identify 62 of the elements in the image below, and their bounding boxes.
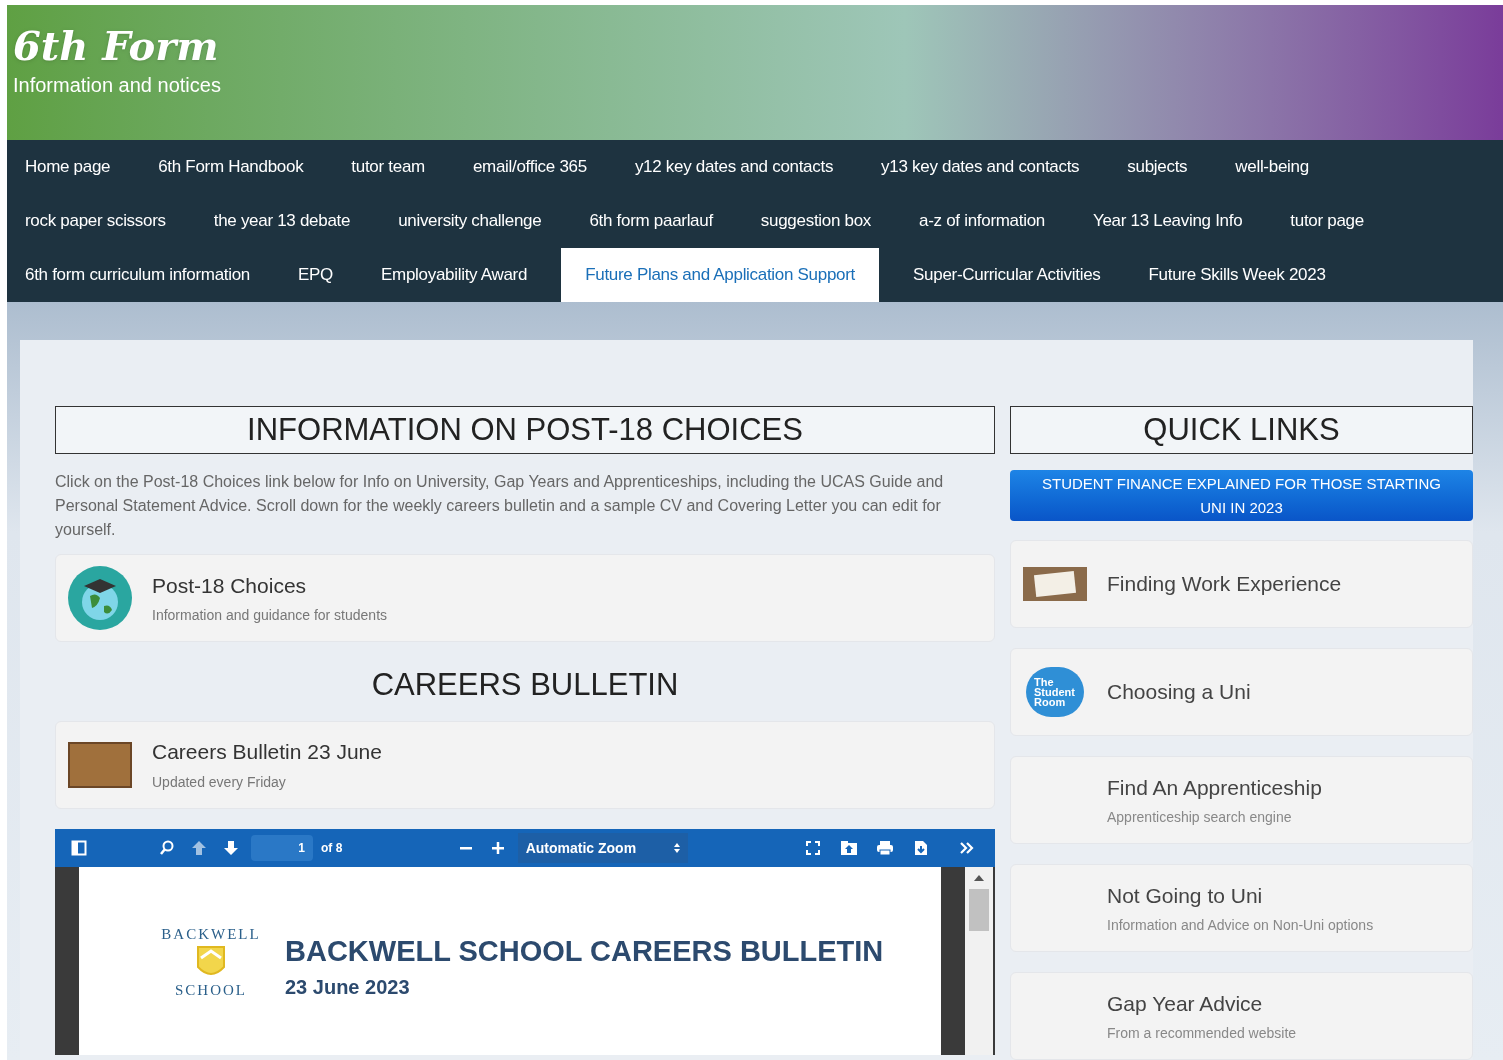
card-title: Choosing a Uni [1107,679,1251,706]
nav-link[interactable]: a-z of information [905,194,1059,248]
link-card[interactable]: Post-18 Choices Information and guidance for students [55,554,995,642]
page-number-field[interactable]: 1 [251,834,313,861]
nav-link[interactable]: 6th Form Handbook [144,140,318,194]
link-card[interactable]: The Student Room Choosing a Uni [1010,648,1473,736]
intro-paragraph: Click on the Post-18 Choices link below for Info on University, Gap Years and Apprenticeships, including the UCAS Guide and Personal Statement Advice. Scroll down for the weekly careers bulletin and a sample CV and Covering Letter you can edit for yourself. [55,472,945,540]
nav-link[interactable]: 6th form paarlauf [575,194,727,248]
nav-link[interactable]: y13 key dates and contacts [867,140,1094,194]
nav-link[interactable]: the year 13 debate [199,194,365,248]
page-count: of 8 [321,839,343,856]
select-arrows-icon [673,842,680,853]
photo-placeholder [1023,567,1087,601]
section-heading: QUICK LINKS [1010,406,1473,454]
nav-link[interactable]: tutor team [337,140,439,194]
card-title: Find An Apprenticeship [1107,774,1322,801]
logo-text: The Student Room [1034,677,1076,707]
link-card[interactable]: Not Going to Uni Information and Advice on Non-Uni options [1010,864,1473,952]
card-subtitle: Information and Advice on Non-Uni options [1107,916,1374,936]
zoom-select[interactable]: Automatic Zoom [517,832,688,863]
nav-link[interactable]: EPQ [284,248,347,302]
nav-link[interactable]: suggestion box [746,194,886,248]
nav-link[interactable]: university challenge [384,194,556,248]
card-title: Post-18 Choices [152,572,308,599]
nav-link[interactable]: tutor page [1276,194,1378,248]
nav-link[interactable]: Year 13 Leaving Info [1078,194,1257,248]
nav-link[interactable]: Future Plans and Application Support [561,248,880,302]
link-card[interactable]: Finding Work Experience [1010,540,1473,628]
document-title: BACKWELL SCHOOL CAREERS BULLETIN [285,933,884,969]
card-title: Gap Year Advice [1107,990,1264,1017]
card-subtitle: From a recommended website [1107,1024,1297,1044]
link-card[interactable]: Careers Bulletin 23 June Updated every Friday [55,720,995,809]
document-date: 23 June 2023 [285,974,411,1000]
nav-link[interactable]: Home page [11,140,125,194]
section-heading: CAREERS BULLETIN [370,666,680,704]
nav-link[interactable]: subjects [1113,140,1202,194]
site-title: 6th Form [13,21,220,71]
nav-link[interactable]: email/office 365 [458,140,601,194]
card-subtitle: Apprenticeship search engine [1107,808,1293,828]
logo-text: BACKWELL [161,924,261,944]
nav-link[interactable]: Super-Curricular Activities [899,248,1115,302]
site-subtitle: Information and notices [13,73,222,98]
card-subtitle: Updated every Friday [152,772,287,792]
link-card[interactable]: Find An Apprenticeship Apprenticeship search engine [1010,756,1473,844]
card-subtitle: Information and guidance for students [152,606,388,626]
nav-link[interactable]: 6th form curriculum information [11,248,264,302]
nav-link[interactable]: Employability Award [367,248,542,302]
nav-link[interactable]: Future Skills Week 2023 [1134,248,1340,302]
card-title: Not Going to Uni [1107,882,1264,909]
scrollbar-thumb[interactable] [969,888,989,931]
card-title: Careers Bulletin 23 June [152,739,382,766]
nav-link[interactable]: y12 key dates and contacts [620,140,848,194]
nav-link[interactable]: well-being [1221,140,1323,194]
section-heading: INFORMATION ON POST-18 CHOICES [55,406,995,454]
link-card[interactable]: Gap Year Advice From a recommended website [1010,972,1473,1060]
scroll-up-icon[interactable] [974,874,984,881]
nav-link[interactable]: rock paper scissors [11,194,180,248]
student-finance-button[interactable]: STUDENT FINANCE EXPLAINED FOR THOSE STARTING UNI IN 2023 [1010,470,1473,521]
noticeboard-photo-placeholder [68,741,132,788]
logo-text: SCHOOL [175,981,247,1000]
globe-icon [68,566,132,630]
card-title: Finding Work Experience [1107,571,1342,598]
